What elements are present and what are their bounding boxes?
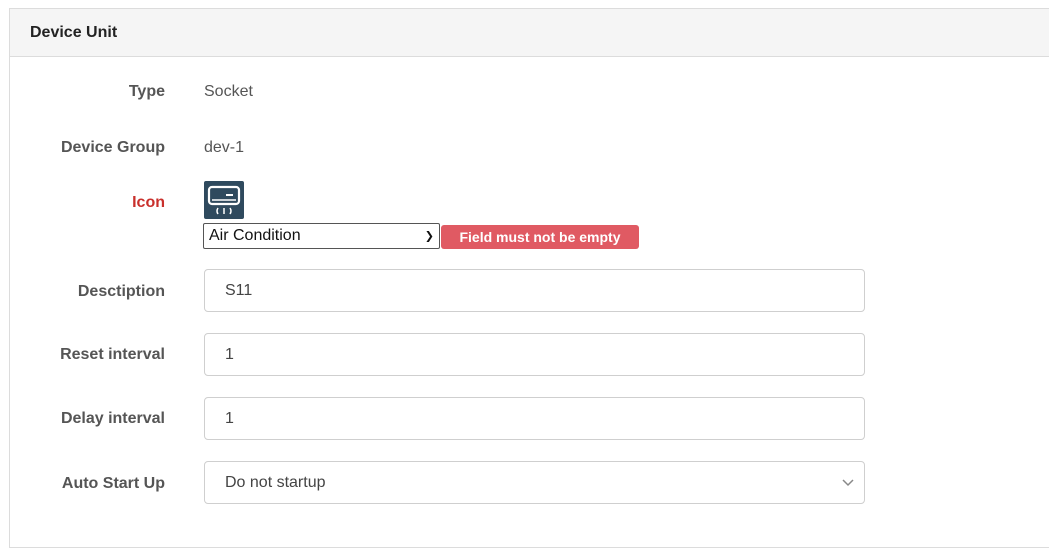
icon-select[interactable]: Air Condition ❯ <box>203 223 440 249</box>
device-group-value: dev-1 <box>204 139 245 156</box>
description-label: Desctiption <box>77 283 165 300</box>
air-conditioner-icon <box>204 181 244 219</box>
description-value: S11 <box>225 281 253 299</box>
type-label: Type <box>128 83 165 100</box>
chevron-down-icon <box>842 476 854 490</box>
delay-interval-value: 1 <box>225 409 234 427</box>
icon-label: Icon <box>132 194 165 211</box>
icon-error-badge: Field must not be empty <box>441 225 639 249</box>
auto-start-up-select[interactable]: Do not startup <box>204 461 865 504</box>
auto-start-up-label: Auto Start Up <box>61 475 165 492</box>
icon-select-value: Air Condition <box>209 227 301 244</box>
panel-title: Device Unit <box>10 9 1049 57</box>
type-value: Socket <box>204 83 253 100</box>
auto-start-up-value: Do not startup <box>225 473 326 491</box>
chevron-down-icon: ❯ <box>424 230 434 243</box>
reset-interval-input[interactable]: 1 <box>204 333 865 376</box>
reset-interval-label: Reset interval <box>60 346 165 363</box>
description-input[interactable]: S11 <box>204 269 865 312</box>
reset-interval-value: 1 <box>225 345 234 363</box>
delay-interval-input[interactable]: 1 <box>204 397 865 440</box>
device-group-label: Device Group <box>60 139 165 156</box>
delay-interval-label: Delay interval <box>60 410 165 427</box>
